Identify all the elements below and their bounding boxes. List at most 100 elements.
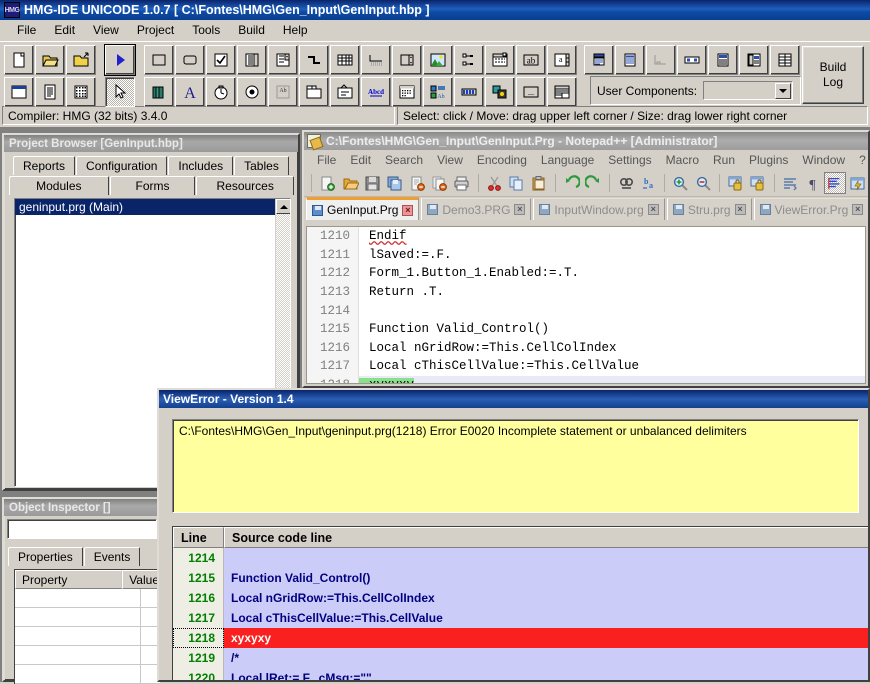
panel-control-button[interactable]: [144, 44, 174, 75]
npp-menu-search[interactable]: Search: [378, 152, 430, 168]
report-button[interactable]: [584, 44, 614, 75]
library-button[interactable]: [144, 76, 174, 107]
run-button[interactable]: [104, 43, 136, 76]
table-row[interactable]: [15, 627, 160, 646]
tab-properties[interactable]: Properties: [8, 547, 83, 566]
table-row[interactable]: 1217 Local cThisCellValue:=This.CellValu…: [173, 608, 868, 628]
code-line[interactable]: 1214: [307, 301, 865, 320]
spinner-control-button[interactable]: [392, 44, 422, 75]
table-row[interactable]: 1215 Function Valid_Control(): [173, 568, 868, 588]
tab-forms[interactable]: Forms: [109, 176, 196, 195]
zoom-in-icon[interactable]: [670, 172, 691, 194]
tab-tables[interactable]: Tables: [234, 156, 289, 175]
code-line[interactable]: 1215 Function Valid_Control(): [307, 319, 865, 339]
table-row[interactable]: [15, 608, 160, 627]
user-components-combo[interactable]: [703, 81, 794, 100]
npp-menu-encoding[interactable]: Encoding: [470, 152, 534, 168]
tab-resources[interactable]: Resources: [196, 176, 294, 195]
link-control-button[interactable]: Abcd: [361, 76, 391, 107]
table-row[interactable]: 1220 Local lRet:=.F., cMsg:="": [173, 668, 868, 680]
npp-menu-help[interactable]: ?: [852, 152, 868, 168]
grid-small-button[interactable]: [66, 76, 96, 107]
npp-menu-settings[interactable]: Settings: [601, 152, 658, 168]
table-row[interactable]: 1219 /*: [173, 648, 868, 668]
month-calendar-button[interactable]: [392, 76, 422, 107]
combobox-control-button[interactable]: [268, 44, 298, 75]
code-line-current[interactable]: 1218 xyxyxy: [307, 375, 865, 383]
paste-icon[interactable]: [528, 172, 549, 194]
npp-menu-macro[interactable]: Macro: [659, 152, 706, 168]
open-file-icon[interactable]: [339, 172, 360, 194]
detail-list-button[interactable]: Ab: [423, 76, 453, 107]
code-line[interactable]: 1217 Local cThisCellValue:=This.CellValu…: [307, 357, 865, 376]
radio-group-control-button[interactable]: [299, 44, 329, 75]
menu-edit[interactable]: Edit: [45, 21, 84, 39]
npp-menu-file[interactable]: File: [310, 152, 343, 168]
image-control-button[interactable]: [423, 44, 453, 75]
tab-configuration[interactable]: Configuration: [76, 156, 168, 175]
tab-modules[interactable]: Modules: [9, 176, 109, 195]
npp-menu-view[interactable]: View: [430, 152, 470, 168]
npp-menu-plugins[interactable]: Plugins: [742, 152, 795, 168]
print-icon[interactable]: [451, 172, 472, 194]
richtext-control-button[interactable]: a: [547, 44, 577, 75]
tab-control-button[interactable]: [299, 76, 329, 107]
new-document-icon[interactable]: [317, 172, 338, 194]
datagrid-control-button[interactable]: [547, 76, 577, 107]
redo-icon[interactable]: [583, 172, 604, 194]
checkbox-control-button[interactable]: [206, 44, 236, 75]
chart-button[interactable]: [646, 44, 676, 75]
build-log-button[interactable]: Build Log: [802, 46, 864, 104]
tab-viewerror-prg[interactable]: ViewError.Prg ×: [753, 198, 868, 220]
hscroll-button[interactable]: [677, 44, 707, 75]
tab-inputwindow-prg[interactable]: InputWindow.prg ×: [533, 198, 665, 220]
npp-menu-run[interactable]: Run: [706, 152, 742, 168]
tab-includes[interactable]: Includes: [168, 156, 234, 175]
sync-horizontal-scroll-icon[interactable]: [747, 172, 768, 194]
show-all-characters-icon[interactable]: ¶: [802, 172, 823, 194]
copy-icon[interactable]: [506, 172, 527, 194]
table-row-error[interactable]: 1218 xyxyxy: [173, 628, 868, 648]
frame-control-button[interactable]: ...: [516, 76, 546, 107]
new-file-button[interactable]: [4, 44, 34, 75]
word-wrap-icon[interactable]: [780, 172, 801, 194]
animate-control-button[interactable]: [485, 76, 515, 107]
close-icon[interactable]: ×: [402, 204, 414, 216]
menu-project[interactable]: Project: [128, 21, 183, 39]
scroll-up-icon[interactable]: [276, 199, 290, 214]
timer-button[interactable]: [206, 76, 236, 107]
list-report-button[interactable]: [615, 44, 645, 75]
sync-vertical-scroll-icon[interactable]: [725, 172, 746, 194]
window-button[interactable]: [4, 76, 34, 107]
tab-stru-prg[interactable]: Stru.prg ×: [666, 198, 752, 220]
browse-control-button[interactable]: [330, 76, 360, 107]
find-icon[interactable]: [615, 172, 636, 194]
table-row[interactable]: 1214: [173, 548, 868, 568]
undo-icon[interactable]: [561, 172, 582, 194]
table-row[interactable]: 1216 Local nGridRow:=This.CellColIndex: [173, 588, 868, 608]
menu-tools[interactable]: Tools: [183, 21, 229, 39]
textbox-control-button[interactable]: Ab: [268, 76, 298, 107]
columns-button[interactable]: [770, 44, 800, 75]
table-row[interactable]: [15, 589, 160, 608]
font-button[interactable]: A: [175, 76, 205, 107]
calendar-control-button[interactable]: [485, 44, 515, 75]
code-line[interactable]: 1213 Return .T.: [307, 282, 865, 302]
close-document-icon[interactable]: [406, 172, 427, 194]
tab-reports[interactable]: Reports: [13, 156, 76, 175]
npp-menu-language[interactable]: Language: [534, 152, 601, 168]
tab-demo3-prg[interactable]: Demo3.PRG ×: [421, 198, 532, 220]
save-icon[interactable]: [362, 172, 383, 194]
npp-menu-window[interactable]: Window: [795, 152, 852, 168]
label-control-button[interactable]: ab: [516, 44, 546, 75]
npp-menu-edit[interactable]: Edit: [343, 152, 378, 168]
list-item[interactable]: geninput.prg (Main): [15, 199, 290, 215]
close-icon[interactable]: ×: [647, 204, 659, 215]
viewerror-source-grid[interactable]: Line Source code line 1214 1215 Function…: [172, 526, 868, 680]
tab-geninput-prg[interactable]: GenInput.Prg ×: [306, 197, 420, 220]
save-as-folder-button[interactable]: [66, 44, 96, 75]
vsplit-button[interactable]: [708, 44, 738, 75]
table-row[interactable]: [15, 646, 160, 665]
close-all-icon[interactable]: [429, 172, 450, 194]
code-line[interactable]: 1212 Form_1.Button_1.Enabled:=.T.: [307, 264, 865, 283]
